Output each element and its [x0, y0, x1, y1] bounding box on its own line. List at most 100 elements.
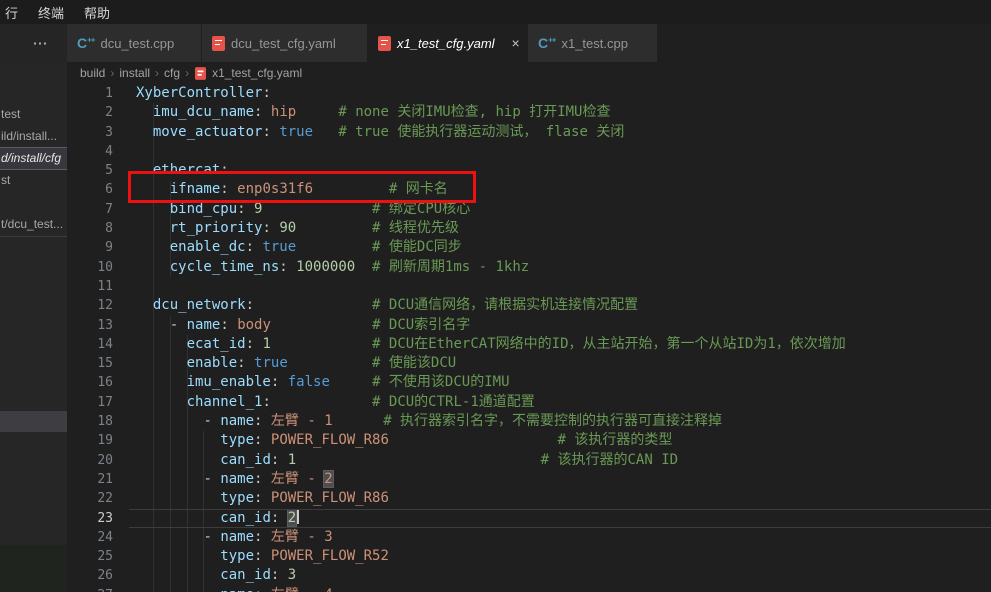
- line-number: 4: [67, 142, 113, 161]
- code-line-10[interactable]: 10 cycle_time_ns: 1000000 # 刷新周期1ms - 1k…: [67, 258, 991, 277]
- token-comment: # 使能DC同步: [372, 239, 462, 255]
- line-number: 26: [67, 566, 113, 585]
- menu-item-run[interactable]: 行: [3, 2, 20, 23]
- code-line-13[interactable]: 13 - name: body # DCU索引名字: [67, 316, 991, 335]
- breadcrumb-item-build[interactable]: build: [80, 66, 105, 80]
- token-key: imu_enable: [187, 374, 271, 390]
- line-number: 25: [67, 547, 113, 566]
- token-punc: :: [279, 259, 287, 275]
- close-icon[interactable]: ×: [509, 35, 523, 51]
- token-plain: [136, 297, 153, 313]
- line-number: 22: [67, 489, 113, 508]
- code-line-5[interactable]: 5 ethercat:: [67, 161, 991, 180]
- code-line-12[interactable]: 12 dcu_network: # DCU通信网络，请根据实机连接情况配置: [67, 296, 991, 315]
- line-number: 9: [67, 238, 113, 257]
- token-plain: [262, 529, 270, 545]
- code-line-16[interactable]: 16 imu_enable: false # 不使用该DCU的IMU: [67, 373, 991, 392]
- code-line-17[interactable]: 17 channel_1: # DCU的CTRL-1通道配置: [67, 393, 991, 412]
- token-plain: [271, 317, 372, 333]
- token-comment: # DCU的CTRL-1通道配置: [372, 394, 535, 410]
- code-line-8[interactable]: 8 rt_priority: 90 # 线程优先级: [67, 219, 991, 238]
- line-content: - name: 左臂 - 3: [136, 528, 333, 547]
- token-plain: [136, 104, 153, 120]
- side-panel-item[interactable]: st: [0, 170, 67, 191]
- token-punc: :: [262, 124, 270, 140]
- token-num: 90: [279, 220, 296, 236]
- vscode-window: 行 终端 帮助 ⋯ C++dcu_test.cppdcu_test_cfg.ya…: [0, 0, 991, 592]
- code-line-24[interactable]: 24 - name: 左臂 - 3: [67, 528, 991, 547]
- tab-dcu_test_cfg.yaml[interactable]: dcu_test_cfg.yaml: [202, 24, 368, 62]
- token-key: type: [220, 432, 254, 448]
- side-panel-item[interactable]: d/install/cfg: [0, 148, 67, 169]
- line-number: 8: [67, 219, 113, 238]
- code-line-4[interactable]: 4: [67, 142, 991, 161]
- token-bool: false: [288, 374, 330, 390]
- token-plain: [271, 394, 372, 410]
- token-plain: [262, 201, 372, 217]
- token-comment: # 该执行器的CAN ID: [541, 452, 678, 468]
- menu-item-terminal[interactable]: 终端: [36, 2, 66, 23]
- code-line-1[interactable]: 1XyberController:: [67, 84, 991, 103]
- editor-group: build › install › cfg › x1_test_cfg.yaml…: [67, 62, 991, 592]
- token-plain: [136, 510, 220, 526]
- side-panel-selected-row[interactable]: [0, 411, 67, 432]
- tab-x1_test.cpp[interactable]: C++x1_test.cpp: [528, 24, 658, 62]
- token-bool: true: [254, 355, 288, 371]
- token-plain: [136, 355, 187, 371]
- line-content: enable: true # 使能该DCU: [136, 354, 456, 373]
- line-content: type: POWER_FLOW_R86: [136, 489, 389, 508]
- line-content: can_id: 2: [136, 509, 299, 528]
- token-plain: [271, 336, 372, 352]
- code-line-9[interactable]: 9 enable_dc: true # 使能DC同步: [67, 238, 991, 257]
- code-area[interactable]: 1XyberController:2 imu_dcu_name: hip # n…: [67, 84, 991, 592]
- tab-x1_test_cfg.yaml[interactable]: x1_test_cfg.yaml×: [368, 24, 528, 62]
- code-line-2[interactable]: 2 imu_dcu_name: hip # none 关闭IMU检查, hip …: [67, 103, 991, 122]
- token-plain: [136, 181, 170, 197]
- token-key: name: [220, 529, 254, 545]
- token-num: 1: [262, 336, 270, 352]
- code-line-6[interactable]: 6 ifname: enp0s31f6 # 网卡名: [67, 180, 991, 199]
- token-plain: [136, 162, 153, 178]
- token-key: ethercat: [153, 162, 220, 178]
- code-line-26[interactable]: 26 can_id: 3: [67, 566, 991, 585]
- code-line-7[interactable]: 7 bind_cpu: 9 # 绑定CPU核心: [67, 200, 991, 219]
- token-plain: [136, 471, 203, 487]
- token-plain: [136, 567, 220, 583]
- token-punc: :: [220, 317, 228, 333]
- code-line-19[interactable]: 19 type: POWER_FLOW_R86 # 该执行器的类型: [67, 431, 991, 450]
- breadcrumb-item-cfg[interactable]: cfg: [164, 66, 180, 80]
- tab-dcu_test.cpp[interactable]: C++dcu_test.cpp: [67, 24, 202, 62]
- token-punc: :: [220, 162, 228, 178]
- token-plain: [288, 355, 372, 371]
- side-panel-item[interactable]: t/dcu_test...: [0, 214, 67, 235]
- code-line-3[interactable]: 3 move_actuator: true # true 使能执行器运动测试， …: [67, 123, 991, 142]
- breadcrumb-item-file[interactable]: x1_test_cfg.yaml: [212, 66, 302, 80]
- code-line-23[interactable]: 23 can_id: 2: [67, 509, 991, 528]
- code-line-18[interactable]: 18 - name: 左臂 - 1 # 执行器索引名字，不需要控制的执行器可直接…: [67, 412, 991, 431]
- code-line-25[interactable]: 25 type: POWER_FLOW_R52: [67, 547, 991, 566]
- code-line-22[interactable]: 22 type: POWER_FLOW_R86: [67, 489, 991, 508]
- token-str: enp0s31f6: [237, 181, 313, 197]
- side-panel-item[interactable]: test: [0, 104, 67, 125]
- code-line-14[interactable]: 14 ecat_id: 1 # DCU在EtherCAT网络中的ID，从主站开始…: [67, 335, 991, 354]
- line-content: imu_enable: false # 不使用该DCU的IMU: [136, 373, 510, 392]
- more-actions-icon[interactable]: ⋯: [19, 34, 49, 52]
- token-plain: [355, 259, 372, 275]
- line-content: enable_dc: true # 使能DC同步: [136, 238, 462, 257]
- menu-item-help[interactable]: 帮助: [82, 2, 112, 23]
- token-comment: # 不使用该DCU的IMU: [372, 374, 509, 390]
- code-line-27[interactable]: 27 - name: 左臂 - 4: [67, 586, 991, 592]
- token-plain: [288, 259, 296, 275]
- token-plain: [136, 413, 203, 429]
- code-line-15[interactable]: 15 enable: true # 使能该DCU: [67, 354, 991, 373]
- side-panel-item[interactable]: ild/install...: [0, 126, 67, 147]
- code-line-11[interactable]: 11: [67, 277, 991, 296]
- token-plain: [262, 413, 270, 429]
- code-line-20[interactable]: 20 can_id: 1 # 该执行器的CAN ID: [67, 451, 991, 470]
- token-plain: [136, 394, 187, 410]
- code-line-21[interactable]: 21 - name: 左臂 - 2: [67, 470, 991, 489]
- token-plain: [262, 432, 270, 448]
- breadcrumb-item-install[interactable]: install: [119, 66, 150, 80]
- line-content: channel_1: # DCU的CTRL-1通道配置: [136, 393, 535, 412]
- line-number: 5: [67, 161, 113, 180]
